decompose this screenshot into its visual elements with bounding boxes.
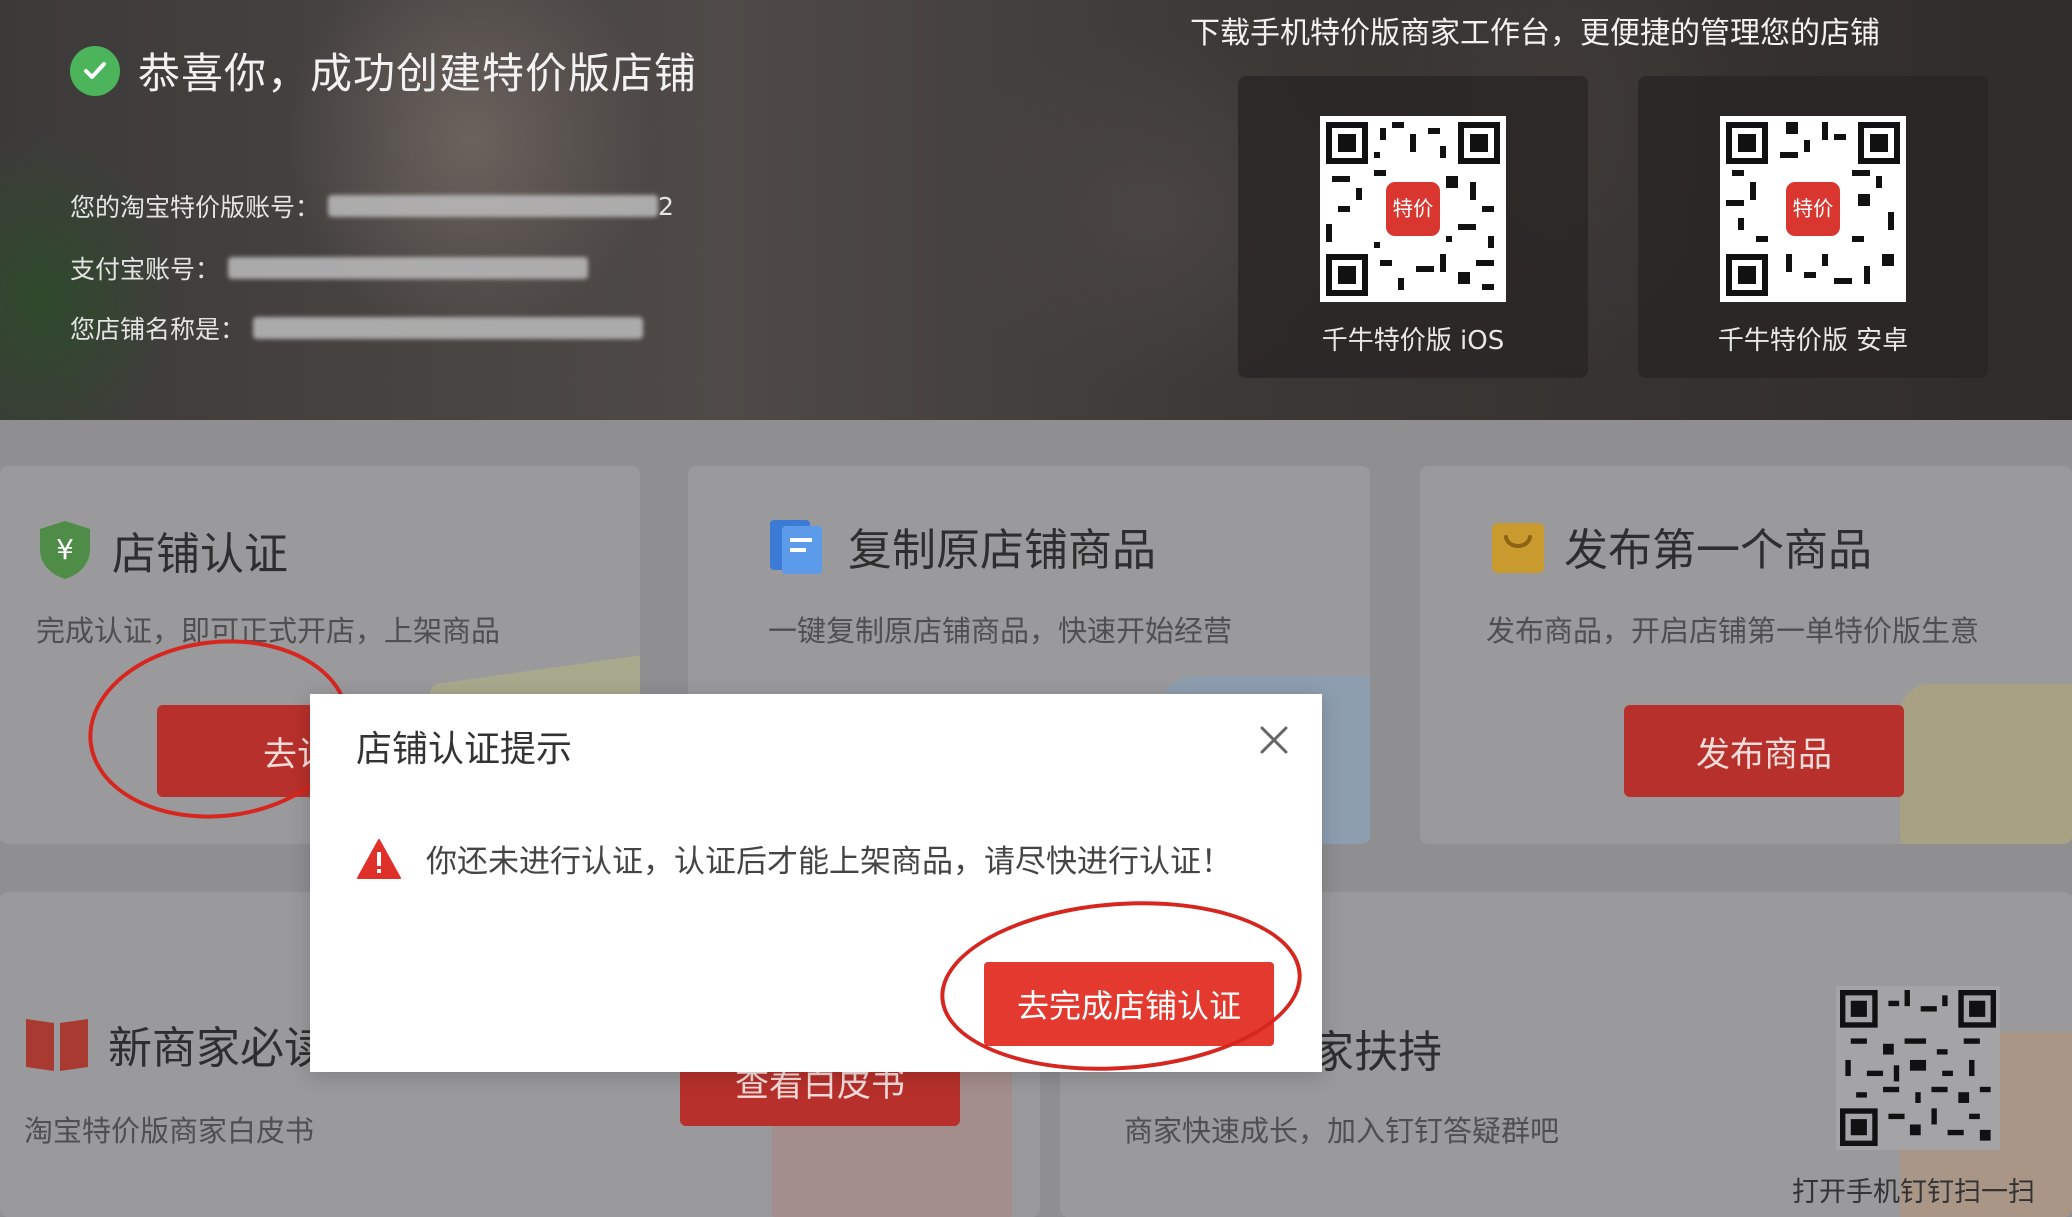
support-title: 家扶持 bbox=[1310, 1027, 1442, 1078]
copy-title: 复制原店铺商品 bbox=[848, 525, 1156, 576]
qr-card-ios: 特价 千牛特价版 iOS bbox=[1238, 76, 1588, 378]
publish-header: 发布第一个商品 bbox=[1490, 514, 1872, 578]
account-tail: 2 bbox=[658, 191, 674, 221]
dialog-message-row: 你还未进行认证，认证后才能上架商品，请尽快进行认证！ bbox=[356, 836, 1232, 881]
shop-name-label: 您店铺名称是： bbox=[70, 315, 246, 344]
certify-header: ¥ 店铺认证 bbox=[36, 518, 288, 582]
qr-code-android[interactable]: 特价 bbox=[1720, 116, 1906, 302]
open-book-icon bbox=[26, 1019, 88, 1071]
certify-desc: 完成认证，即可正式开店，上架商品 bbox=[36, 614, 501, 648]
support-desc: 商家快速成长，加入钉钉答疑群吧 bbox=[1124, 1114, 1560, 1148]
success-header: 恭喜你，成功创建特价版店铺 bbox=[70, 40, 697, 101]
svg-text:¥: ¥ bbox=[56, 533, 74, 566]
complete-certification-button[interactable]: 去完成店铺认证 bbox=[984, 962, 1274, 1046]
publish-button[interactable]: 发布商品 bbox=[1624, 705, 1904, 797]
publish-title: 发布第一个商品 bbox=[1564, 525, 1872, 576]
shopping-bag-icon bbox=[1492, 523, 1544, 573]
hero-banner: 恭喜你，成功创建特价版店铺 您的淘宝特价版账号： 2 支付宝账号： 您店铺名称是… bbox=[0, 0, 2072, 420]
dingtalk-qr-label: 打开手机钉钉扫一扫 bbox=[1792, 1177, 2035, 1208]
dialog-message: 你还未进行认证，认证后才能上架商品，请尽快进行认证！ bbox=[426, 844, 1232, 880]
close-icon[interactable] bbox=[1254, 720, 1294, 760]
alipay-row: 支付宝账号： bbox=[70, 250, 589, 286]
check-circle-icon bbox=[70, 45, 120, 96]
download-tip: 下载手机特价版商家工作台，更便捷的管理您的店铺 bbox=[1190, 16, 1880, 51]
dialog-title: 店铺认证提示 bbox=[356, 729, 573, 770]
publish-illustration bbox=[1900, 684, 2072, 844]
alipay-redacted bbox=[228, 257, 589, 279]
copy-desc: 一键复制原店铺商品，快速开始经营 bbox=[768, 614, 1233, 648]
qr-code-ios[interactable]: 特价 bbox=[1320, 116, 1506, 302]
support-header: 家扶持 bbox=[1310, 1016, 1442, 1080]
newbie-header: 新商家必读 bbox=[24, 1012, 328, 1076]
qr-label-android: 千牛特价版 安卓 bbox=[1717, 326, 1909, 356]
warning-icon bbox=[357, 838, 401, 879]
copy-header: 复制原店铺商品 bbox=[766, 514, 1156, 578]
account-label: 您的淘宝特价版账号： bbox=[70, 193, 321, 222]
svg-text:特价: 特价 bbox=[1793, 197, 1834, 221]
shop-name-row: 您店铺名称是： bbox=[70, 310, 644, 346]
qr-label-ios: 千牛特价版 iOS bbox=[1321, 326, 1505, 356]
success-title: 恭喜你，成功创建特价版店铺 bbox=[138, 49, 698, 98]
shield-yen-icon: ¥ bbox=[40, 521, 90, 579]
account-redacted bbox=[328, 195, 659, 217]
account-row: 您的淘宝特价版账号： 2 bbox=[70, 188, 674, 224]
alipay-label: 支付宝账号： bbox=[70, 255, 221, 284]
certify-title: 店铺认证 bbox=[112, 529, 288, 580]
newbie-title: 新商家必读 bbox=[108, 1023, 328, 1074]
qr-card-android: 特价 千牛特价版 安卓 bbox=[1638, 76, 1988, 378]
newbie-desc: 淘宝特价版商家白皮书 bbox=[24, 1114, 315, 1148]
certify-prompt-dialog: 店铺认证提示 你还未进行认证，认证后才能上架商品，请尽快进行认证！ 去完成店铺认… bbox=[310, 694, 1322, 1072]
svg-text:特价: 特价 bbox=[1393, 197, 1434, 221]
shop-name-redacted bbox=[253, 317, 644, 339]
copy-document-icon bbox=[770, 520, 822, 574]
dingtalk-qr-code[interactable] bbox=[1836, 986, 2000, 1150]
publish-desc: 发布商品，开启店铺第一单特价版生意 bbox=[1486, 614, 1980, 648]
